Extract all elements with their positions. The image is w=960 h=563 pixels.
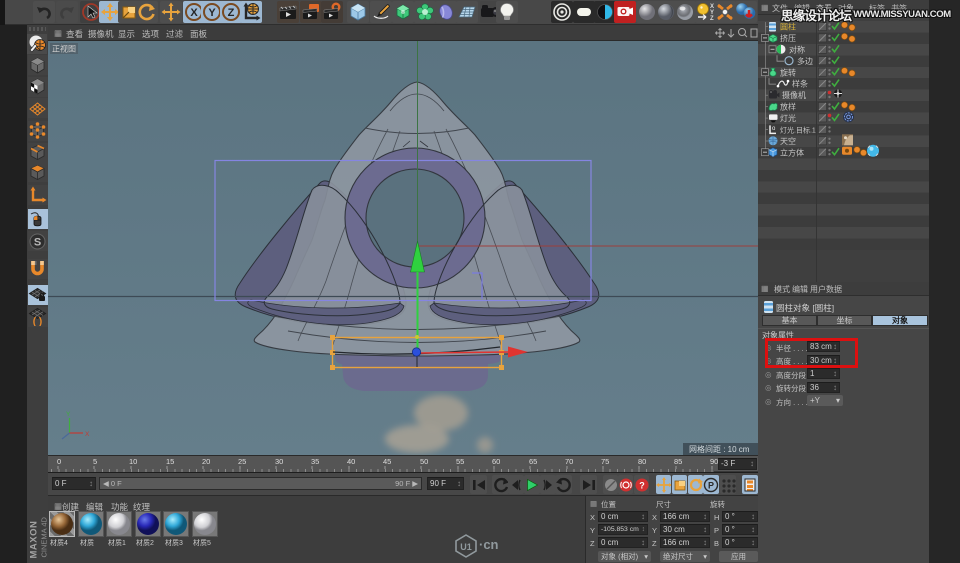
svg-text:70: 70 — [565, 457, 573, 466]
svg-text:55: 55 — [456, 457, 464, 466]
svg-text:75: 75 — [601, 457, 609, 466]
svg-text:灯光.目标.1: 灯光.目标.1 — [780, 125, 816, 134]
svg-text:5: 5 — [93, 457, 97, 466]
svg-text:15: 15 — [166, 457, 174, 466]
svg-text:40: 40 — [347, 457, 355, 466]
svg-text:45: 45 — [383, 457, 391, 466]
svg-text:天空: 天空 — [780, 136, 796, 146]
svg-text:35: 35 — [311, 457, 319, 466]
svg-text:10: 10 — [129, 457, 137, 466]
svg-text:0: 0 — [57, 457, 61, 466]
svg-text:65: 65 — [529, 457, 537, 466]
svg-text:正视图: 正视图 — [52, 44, 76, 54]
svg-text:立方体: 立方体 — [780, 147, 804, 157]
svg-text:( ): ( ) — [33, 317, 42, 327]
svg-text:80: 80 — [638, 457, 646, 466]
svg-text:Z: Z — [228, 7, 235, 19]
svg-text:网格间距 : 10 cm: 网格间距 : 10 cm — [689, 444, 750, 454]
svg-text:o: o — [772, 126, 776, 132]
svg-text:60: 60 — [492, 457, 500, 466]
svg-text:对称: 对称 — [789, 44, 805, 54]
svg-text:25: 25 — [238, 457, 246, 466]
svg-text:多边: 多边 — [797, 56, 813, 66]
svg-text:85: 85 — [674, 457, 682, 466]
svg-text:?: ? — [639, 480, 645, 490]
svg-text:X: X — [190, 7, 198, 19]
svg-text:旋转: 旋转 — [780, 67, 796, 77]
svg-text:Y: Y — [66, 411, 71, 418]
svg-text:灯光: 灯光 — [780, 113, 796, 123]
svg-text:50: 50 — [420, 457, 428, 466]
svg-text:X: X — [85, 431, 90, 438]
svg-text:U1: U1 — [460, 542, 472, 552]
svg-text:放样: 放样 — [780, 102, 796, 112]
svg-text:S: S — [34, 236, 41, 248]
svg-text:30: 30 — [275, 457, 283, 466]
svg-text:挤压: 挤压 — [780, 33, 796, 43]
svg-text:20: 20 — [202, 457, 210, 466]
svg-text:Y: Y — [208, 7, 216, 19]
svg-text:摄像机: 摄像机 — [782, 90, 806, 100]
svg-text:样条: 样条 — [792, 79, 808, 89]
svg-text:P: P — [708, 480, 714, 490]
